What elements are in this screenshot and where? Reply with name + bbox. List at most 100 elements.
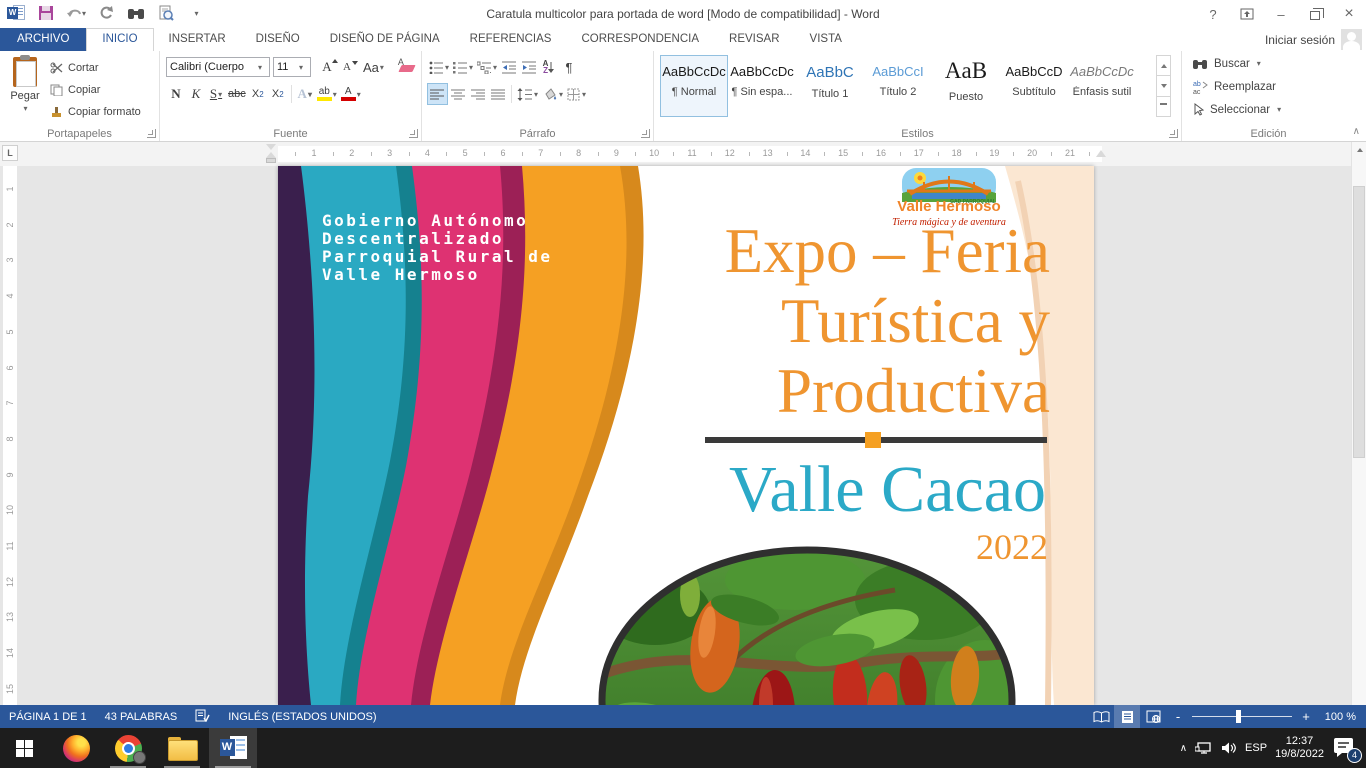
tab-archivo[interactable]: ARCHIVO [0,28,86,51]
dropdown-caret[interactable]: ▾ [1257,59,1261,68]
restore-button[interactable] [1298,0,1332,28]
numbering-button[interactable]: ▾ [451,56,475,78]
sort-button[interactable]: AZ [539,56,559,78]
web-layout-button[interactable] [1140,705,1166,728]
format-painter-button[interactable]: Copiar formato [50,101,141,123]
align-left-button[interactable] [427,83,448,105]
print-layout-button[interactable] [1114,705,1140,728]
clipboard-dialog-launcher[interactable] [147,129,156,138]
align-right-button[interactable] [468,83,488,105]
styles-scroll-up-button[interactable] [1157,56,1170,76]
paste-button[interactable]: Pegar▾ [4,55,46,127]
tab-correspondencia[interactable]: CORRESPONDENCIA [566,28,714,51]
tab-vista[interactable]: VISTA [795,28,857,51]
language-indicator[interactable]: INGLÉS (ESTADOS UNIDOS) [219,711,385,723]
style-puesto[interactable]: AaBPuesto [932,55,1000,117]
ribbon-display-options-button[interactable] [1230,0,1264,28]
collapse-ribbon-button[interactable]: ∧ [1353,126,1360,137]
minimize-button[interactable]: – [1264,0,1298,28]
vertical-scrollbar[interactable] [1351,142,1366,705]
volume-icon[interactable] [1221,741,1237,755]
change-case-button[interactable]: Aa▾ [361,56,386,78]
zoom-slider[interactable]: - + [1172,709,1312,724]
underline-button[interactable]: S▾ [206,83,226,105]
style-título-2[interactable]: AaBbCcITítulo 2 [864,55,932,117]
font-dialog-launcher[interactable] [409,129,418,138]
show-paragraph-marks-button[interactable]: ¶ [559,56,579,78]
show-hidden-icons-button[interactable]: ∧ [1180,743,1187,754]
increase-indent-button[interactable] [519,56,539,78]
subscript-button[interactable]: X2 [248,83,268,105]
text-effects-button[interactable]: A▾ [295,83,315,105]
dropdown-caret[interactable]: ▾ [357,90,361,99]
paragraph-dialog-launcher[interactable] [641,129,650,138]
clock[interactable]: 12:37 19/8/2022 [1275,735,1324,761]
font-size-combo[interactable]: 11▾ [273,57,311,77]
style--sin-espa-[interactable]: AaBbCcDc¶ Sin espa... [728,55,796,117]
first-line-indent-marker[interactable] [266,144,276,150]
dropdown-caret[interactable]: ▾ [254,58,266,76]
italic-button[interactable]: K [186,83,206,105]
borders-button[interactable]: ▾ [565,83,588,105]
tab-revisar[interactable]: REVISAR [714,28,795,51]
dropdown-caret[interactable]: ▾ [295,58,307,76]
line-spacing-button[interactable]: ▾ [515,83,540,105]
grow-font-button[interactable]: A [317,56,337,78]
style--normal[interactable]: AaBbCcDc¶ Normal [660,55,728,117]
multilevel-list-button[interactable]: ▾ [475,56,499,78]
tab-selector[interactable]: L [2,145,18,161]
dropdown-caret[interactable]: ▾ [445,63,449,72]
tab-diseño[interactable]: DISEÑO [241,28,315,51]
taskbar-word[interactable]: W [209,728,257,768]
style-subtítulo[interactable]: AaBbCcDSubtítulo [1000,55,1068,117]
dropdown-caret[interactable]: ▾ [469,63,473,72]
tab-inicio[interactable]: INICIO [86,28,153,51]
tab-insertar[interactable]: INSERTAR [154,28,241,51]
dropdown-caret[interactable]: ▾ [582,90,586,99]
dropdown-caret[interactable]: ▾ [559,90,563,99]
bold-button[interactable]: N [166,83,186,105]
v-ruler[interactable]: 123456789101112131415 [3,166,17,705]
start-button[interactable] [0,728,48,768]
tab-referencias[interactable]: REFERENCIAS [455,28,567,51]
align-center-button[interactable] [448,83,468,105]
zoom-in-button[interactable]: + [1300,709,1312,724]
dropdown-caret[interactable]: ▾ [493,63,497,72]
dropdown-caret[interactable]: ▾ [534,90,538,99]
read-mode-button[interactable] [1088,705,1114,728]
highlight-color-button[interactable]: ab▾ [315,83,339,105]
font-family-combo[interactable]: Calibri (Cuerpo▾ [166,57,270,77]
font-color-button[interactable]: A▾ [339,83,363,105]
scroll-up-arrow[interactable] [1352,142,1366,158]
taskbar-explorer[interactable] [158,728,206,768]
sign-in[interactable]: Iniciar sesión [1265,28,1362,51]
zoom-percentage[interactable]: 100 % [1318,711,1362,723]
close-button[interactable]: × [1332,0,1366,28]
scrollbar-thumb[interactable] [1353,186,1365,458]
right-indent-marker[interactable] [1096,150,1106,157]
shading-button[interactable]: ▾ [540,83,565,105]
network-icon[interactable] [1195,741,1213,755]
copy-button[interactable]: Copiar [50,79,141,101]
page-indicator[interactable]: PÁGINA 1 DE 1 [0,711,96,723]
select-button[interactable]: Seleccionar▾ [1192,99,1355,120]
decrease-indent-button[interactable] [499,56,519,78]
justify-button[interactable] [488,83,508,105]
strikethrough-button[interactable]: abc [226,83,248,105]
cut-button[interactable]: Cortar [50,57,141,79]
left-indent-marker[interactable] [266,158,276,163]
clear-formatting-button[interactable] [396,56,418,78]
styles-more-button[interactable] [1157,97,1170,116]
input-language[interactable]: ESP [1245,742,1267,754]
shrink-font-button[interactable]: A [337,56,357,78]
style-título-1[interactable]: AaBbCTítulo 1 [796,55,864,117]
sign-in-label[interactable]: Iniciar sesión [1265,33,1335,47]
zoom-out-button[interactable]: - [1172,709,1184,724]
styles-dialog-launcher[interactable] [1169,129,1178,138]
style-énfasis-sutil[interactable]: AaBbCcDcÉnfasis sutil [1068,55,1136,117]
document-page[interactable]: Gobierno AutónomoDescentralizadoParroqui… [278,166,1094,705]
h-ruler[interactable]: 123456789101112131415161718192021 [278,146,1102,162]
account-avatar[interactable] [1341,29,1362,50]
taskbar-chrome[interactable] [104,728,152,768]
taskbar-firefox[interactable] [52,728,100,768]
